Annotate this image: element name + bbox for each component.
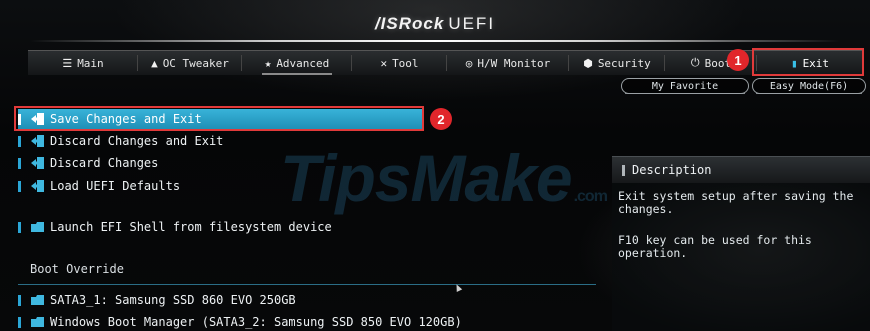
description-marker (622, 164, 625, 176)
tab-security[interactable]: ⬢ Security (569, 52, 665, 74)
exit-tab-highlight (752, 48, 864, 76)
item-marker (18, 316, 21, 328)
item-marker (18, 157, 21, 169)
exit-door-icon (31, 180, 44, 192)
easy-mode-button[interactable]: Easy Mode(F6) (752, 78, 866, 94)
item-marker (18, 180, 21, 192)
tab-advanced[interactable]: ★ Advanced (242, 52, 352, 75)
tab-hw-monitor-label: H/W Monitor (477, 56, 551, 70)
star-icon: ★ (264, 56, 272, 70)
boot-override-sata3-1-label: SATA3_1: Samsung SSD 860 EVO 250GB (50, 293, 296, 307)
shield-icon: ⬢ (583, 56, 593, 70)
description-panel: Description Exit system setup after savi… (612, 156, 870, 331)
product-name: UEFI (448, 14, 496, 33)
my-favorite-button[interactable]: My Favorite (621, 78, 749, 94)
discard-changes-and-exit-item[interactable]: Discard Changes and Exit (18, 131, 223, 151)
rocket-icon: ▲ (151, 56, 158, 70)
exit-door-icon (31, 135, 44, 147)
wrench-icon: ✕ (380, 56, 388, 70)
load-uefi-defaults-label: Load UEFI Defaults (50, 179, 181, 193)
launch-efi-shell-item[interactable]: Launch EFI Shell from filesystem device (18, 217, 332, 237)
folder-icon (31, 295, 44, 305)
boot-override-divider (18, 284, 596, 285)
boot-override-sata3-1-item[interactable]: SATA3_1: Samsung SSD 860 EVO 250GB (18, 290, 296, 310)
discard-changes-label: Discard Changes (50, 156, 159, 170)
folder-icon (31, 317, 44, 327)
watermark-suffix: .com (573, 188, 608, 205)
launch-efi-shell-label: Launch EFI Shell from filesystem device (50, 220, 332, 234)
description-line-2: F10 key can be used for this operation. (618, 233, 812, 260)
tab-tool-label: Tool (392, 56, 419, 70)
tab-security-label: Security (597, 56, 651, 70)
tab-tool[interactable]: ✕ Tool (352, 52, 447, 74)
brand-name: /ISRock (374, 14, 445, 33)
boot-override-windows-boot-manager-label: Windows Boot Manager (SATA3_2: Samsung S… (50, 315, 462, 329)
bios-screen: /ISRock UEFI ☰ Main ▲ OC Tweaker ★ Advanc… (0, 0, 870, 331)
load-uefi-defaults-item[interactable]: Load UEFI Defaults (18, 176, 180, 196)
annotation-badge-1: 1 (727, 49, 749, 71)
tab-hw-monitor[interactable]: ◎ H/W Monitor (447, 52, 569, 74)
item-marker (18, 221, 21, 233)
asrock-uefi-logo: /ISRock UEFI (0, 14, 870, 34)
item-marker (18, 135, 21, 147)
monitor-icon: ◎ (465, 56, 473, 70)
boot-override-heading: Boot Override (30, 262, 124, 276)
tab-oc-tweaker-label: OC Tweaker (162, 56, 229, 70)
tipsmake-watermark: TipsMake .com (280, 140, 608, 216)
item-marker (18, 294, 21, 306)
save-exit-highlight (14, 106, 424, 131)
annotation-badge-2: 2 (430, 108, 452, 130)
boot-override-windows-boot-manager-item[interactable]: Windows Boot Manager (SATA3_2: Samsung S… (18, 312, 462, 331)
folder-icon (31, 222, 44, 232)
discard-changes-item[interactable]: Discard Changes (18, 153, 158, 173)
tab-main-label: Main (77, 56, 104, 70)
description-header: Description (612, 156, 870, 183)
description-title: Description (632, 163, 712, 177)
tab-oc-tweaker[interactable]: ▲ OC Tweaker (138, 52, 242, 74)
power-icon: ⏻ (690, 56, 700, 69)
discard-changes-and-exit-label: Discard Changes and Exit (50, 134, 224, 148)
tab-advanced-label: Advanced (276, 56, 330, 70)
tab-advanced-underline (262, 73, 332, 75)
description-line-1: Exit system setup after saving the chang… (618, 189, 854, 216)
exit-door-icon (31, 157, 44, 169)
list-icon: ☰ (62, 56, 73, 70)
header-divider (30, 40, 840, 42)
tab-main[interactable]: ☰ Main (28, 52, 138, 74)
watermark-main: TipsMake (280, 141, 573, 215)
